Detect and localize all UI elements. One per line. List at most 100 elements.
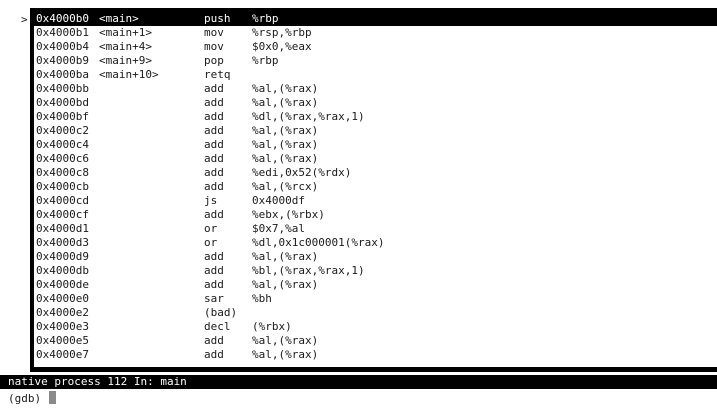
instruction-operands: %al,(%rcx) — [252, 180, 319, 193]
instruction-address: 0x4000e2 — [36, 306, 89, 319]
instruction-mnemonic: retq — [204, 68, 231, 81]
instruction-operands: %al,(%rax) — [252, 138, 319, 151]
instruction-mnemonic: add — [204, 152, 224, 165]
instruction-operands: %dl,0x1c000001(%rax) — [252, 236, 385, 249]
instruction-mnemonic: js — [204, 194, 218, 207]
instruction-address: 0x4000b1 — [36, 26, 89, 39]
instruction-operands: %dl,(%rax,%rax,1) — [252, 110, 365, 123]
instruction-operands: %bh — [252, 292, 272, 305]
instruction-operands: %al,(%rax) — [252, 96, 319, 109]
instruction-operands: %bl,(%rax,%rax,1) — [252, 264, 365, 277]
instruction-mnemonic: mov — [204, 26, 224, 39]
instruction-operands: %al,(%rax) — [252, 250, 319, 263]
instruction-address: 0x4000bb — [36, 82, 89, 95]
instruction-operands: %ebx,(%rbx) — [252, 208, 325, 221]
instruction-row[interactable]: 0x4000d9 add %al,(%rax) — [34, 250, 717, 264]
left-margin — [0, 0, 30, 374]
instruction-address: 0x4000d1 — [36, 222, 89, 235]
instruction-row[interactable]: 0x4000bb add %al,(%rax) — [34, 82, 717, 96]
instruction-mnemonic: pop — [204, 54, 224, 67]
instruction-row[interactable]: 0x4000cf add %ebx,(%rbx) — [34, 208, 717, 222]
instruction-mnemonic: add — [204, 208, 224, 221]
instruction-operands: %rbp — [252, 54, 279, 67]
instruction-operands: $0x0,%eax — [252, 40, 312, 53]
gdb-prompt: (gdb) — [8, 392, 48, 405]
instruction-row[interactable]: 0x4000e2 (bad) — [34, 306, 717, 320]
instruction-address: 0x4000c8 — [36, 166, 89, 179]
instruction-symbol: <main+4> — [99, 40, 152, 53]
instruction-symbol: <main+9> — [99, 54, 152, 67]
instruction-operands: %rsp,%rbp — [252, 26, 312, 39]
instruction-address: 0x4000c4 — [36, 138, 89, 151]
instruction-mnemonic: sar — [204, 292, 224, 305]
instruction-row[interactable]: 0x4000e0 sar %bh — [34, 292, 717, 306]
instruction-operands: %al,(%rax) — [252, 334, 319, 347]
instruction-address: 0x4000bd — [36, 96, 89, 109]
instruction-row[interactable]: 0x4000d3 or %dl,0x1c000001(%rax) — [34, 236, 717, 250]
instruction-mnemonic: add — [204, 124, 224, 137]
instruction-mnemonic: add — [204, 348, 224, 361]
instruction-address: 0x4000cd — [36, 194, 89, 207]
instruction-mnemonic: add — [204, 264, 224, 277]
instruction-row[interactable]: 0x4000b9 <main+9> pop %rbp — [34, 54, 717, 68]
instruction-address: 0x4000ba — [36, 68, 89, 81]
instruction-operands: %al,(%rax) — [252, 348, 319, 361]
instruction-mnemonic: mov — [204, 40, 224, 53]
instruction-address: 0x4000e3 — [36, 320, 89, 333]
instruction-mnemonic: add — [204, 180, 224, 193]
instruction-row[interactable]: 0x4000e3 decl (%rbx) — [34, 320, 717, 334]
instruction-mnemonic: add — [204, 250, 224, 263]
instruction-operands: 0x4000df — [252, 194, 305, 207]
instruction-row[interactable]: 0x4000b1 <main+1> mov %rsp,%rbp — [34, 26, 717, 40]
instruction-symbol: <main+1> — [99, 26, 152, 39]
instruction-row[interactable]: 0x4000de add %al,(%rax) — [34, 278, 717, 292]
instruction-address: 0x4000d9 — [36, 250, 89, 263]
instruction-row[interactable]: 0x4000bf add %dl,(%rax,%rax,1) — [34, 110, 717, 124]
instruction-row[interactable]: 0x4000cb add %al,(%rcx) — [34, 180, 717, 194]
instruction-mnemonic: add — [204, 96, 224, 109]
instruction-row[interactable]: 0x4000c8 add %edi,0x52(%rdx) — [34, 166, 717, 180]
instruction-mnemonic: add — [204, 334, 224, 347]
instruction-row[interactable]: 0x4000b4 <main+4> mov $0x0,%eax — [34, 40, 717, 54]
instruction-address: 0x4000c6 — [36, 152, 89, 165]
instruction-mnemonic: (bad) — [204, 306, 238, 319]
instruction-operands: %al,(%rax) — [252, 278, 319, 291]
instruction-row[interactable]: 0x4000cd js 0x4000df — [34, 194, 717, 208]
instruction-address: 0x4000bf — [36, 110, 89, 123]
instruction-address: 0x4000db — [36, 264, 89, 277]
instruction-address: 0x4000e5 — [36, 334, 89, 347]
instruction-mnemonic: decl — [204, 320, 231, 333]
gdb-command-line[interactable]: (gdb) — [8, 391, 56, 405]
instruction-row[interactable]: 0x4000e5 add %al,(%rax) — [34, 334, 717, 348]
instruction-address: 0x4000cf — [36, 208, 89, 221]
instruction-operands: %al,(%rax) — [252, 152, 319, 165]
instruction-address: 0x4000d3 — [36, 236, 89, 249]
instruction-mnemonic: push — [204, 12, 231, 25]
instruction-mnemonic: add — [204, 110, 224, 123]
instruction-operands: (%rbx) — [252, 320, 292, 333]
disassembly-window[interactable]: 0x4000b0 <main> push %rbp 0x4000b1 <main+1> mo… — [34, 12, 717, 367]
instruction-address: 0x4000c2 — [36, 124, 89, 137]
instruction-row[interactable]: 0x4000db add %bl,(%rax,%rax,1) — [34, 264, 717, 278]
instruction-row[interactable]: 0x4000c4 add %al,(%rax) — [34, 138, 717, 152]
instruction-symbol: <main> — [99, 12, 139, 25]
instruction-address: 0x4000cb — [36, 180, 89, 193]
terminal-cursor — [48, 391, 56, 404]
current-line-marker: > — [21, 13, 28, 26]
instruction-row[interactable]: 0x4000bd add %al,(%rax) — [34, 96, 717, 110]
instruction-row[interactable]: 0x4000c6 add %al,(%rax) — [34, 152, 717, 166]
instruction-address: 0x4000e7 — [36, 348, 89, 361]
instruction-mnemonic: or — [204, 222, 218, 235]
instruction-row[interactable]: 0x4000c2 add %al,(%rax) — [34, 124, 717, 138]
instruction-row[interactable]: 0x4000d1 or $0x7,%al — [34, 222, 717, 236]
instruction-row[interactable]: 0x4000e7 add %al,(%rax) — [34, 348, 717, 362]
instruction-row[interactable]: 0x4000ba <main+10> retq — [34, 68, 717, 82]
instruction-operands: %rbp — [252, 12, 279, 25]
instruction-address: 0x4000e0 — [36, 292, 89, 305]
instruction-mnemonic: add — [204, 82, 224, 95]
instruction-operands: $0x7,%al — [252, 222, 305, 235]
instruction-mnemonic: add — [204, 138, 224, 151]
instruction-mnemonic: add — [204, 278, 224, 291]
current-instruction-row[interactable]: 0x4000b0 <main> push %rbp — [34, 12, 717, 26]
instruction-address: 0x4000b4 — [36, 40, 89, 53]
